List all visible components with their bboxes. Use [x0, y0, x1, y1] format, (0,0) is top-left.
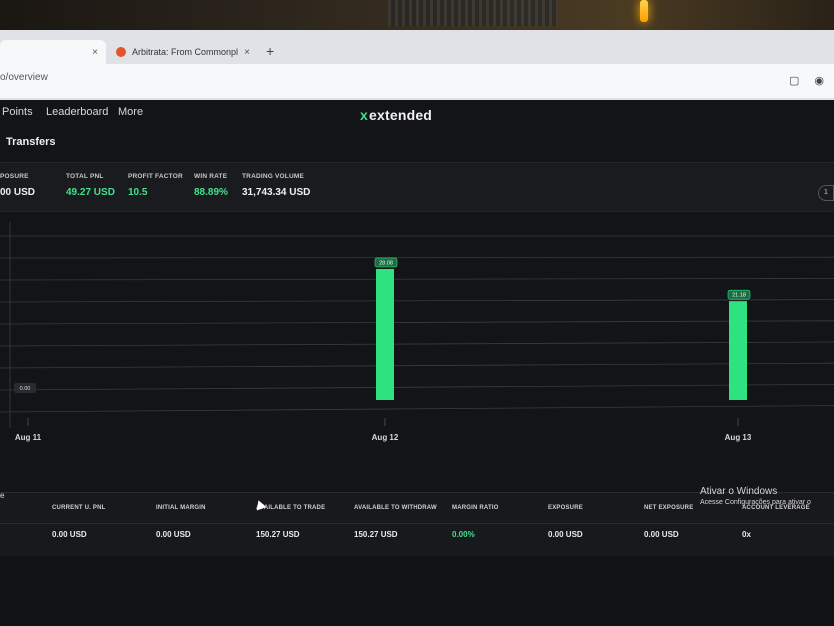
empty-area	[0, 558, 834, 626]
windows-activation-watermark: Ativar o Windows Acesse Configurações pa…	[700, 486, 811, 506]
table-header: CURRENT U. PNL INITIAL MARGIN AVAILABLE TO…	[0, 505, 834, 519]
table-cell: 150.27 USD	[354, 530, 398, 539]
stat-trading-volume: TRADING VOLUME 31,743.34 USD	[242, 173, 310, 198]
period-selector[interactable]: 1	[818, 185, 834, 201]
stat-label: TRADING VOLUME	[242, 173, 305, 180]
table-cell: 0.00 USD	[156, 530, 191, 539]
table-header-cell: CURRENT U. PNL	[52, 505, 106, 511]
table-row: 0.00 USD 0.00 USD 150.27 USD 150.27 USD 0.00…	[0, 523, 834, 545]
stat-label: POSURE	[0, 173, 29, 180]
address-bar[interactable]: o/overview ▢ ◉	[0, 64, 834, 98]
stat-value: 49.27 USD	[66, 187, 115, 198]
table-header-cell: MARGIN RATIO	[452, 505, 499, 511]
tab-title: Arbitrata: From Commonpl	[132, 47, 239, 57]
grid-line	[0, 405, 834, 413]
logo-mark-icon: x	[360, 107, 368, 123]
stat-win-rate: WIN RATE 88.89%	[194, 173, 228, 198]
tab-overview[interactable]: ×	[0, 40, 106, 64]
close-tab-icon[interactable]: ×	[92, 47, 98, 58]
data-label: 0.00	[20, 386, 31, 392]
x-tick-label: Aug 11	[15, 433, 42, 442]
grid-line	[0, 278, 834, 281]
tab-arbitrata[interactable]: Arbitrata: From Commonpl ×	[108, 40, 258, 64]
grid-line	[0, 256, 834, 259]
tab-bar: × Arbitrata: From Commonpl × +	[0, 38, 834, 64]
top-nav: Points Leaderboard More xextended	[0, 100, 834, 128]
address-text[interactable]: o/overview	[0, 72, 48, 83]
grid-line	[0, 362, 834, 369]
nav-item-leaderboard[interactable]: Leaderboard	[46, 106, 108, 118]
table-header-cell: AVAILABLE TO TRADE	[256, 505, 326, 511]
x-tick-label: Aug 13	[725, 433, 752, 442]
close-tab-icon[interactable]: ×	[244, 47, 250, 58]
watermark-subtitle: Acesse Configurações para ativar o	[700, 499, 811, 506]
stat-label: PROFIT FACTOR	[128, 173, 183, 180]
data-label: 28.08	[379, 260, 393, 266]
table-cell: 0.00 USD	[52, 530, 87, 539]
logo-text: extended	[369, 107, 433, 123]
stat-label: TOTAL PNL	[66, 173, 104, 180]
table-header-cell: AVAILABLE TO WITHDRAW	[354, 505, 437, 511]
favicon-icon	[116, 47, 126, 57]
app-root: Points Leaderboard More xextended Transf…	[0, 100, 834, 626]
logo[interactable]: xextended	[360, 107, 432, 123]
table-cell: 0.00 USD	[548, 530, 583, 539]
bar	[729, 301, 747, 400]
nav-item-more[interactable]: More	[118, 106, 143, 118]
grid-line	[0, 341, 834, 347]
background-room	[0, 0, 834, 34]
table-cell: 0x	[742, 530, 751, 539]
stat-value: 88.89%	[194, 187, 228, 198]
window-blind	[388, 0, 558, 26]
table-cell: 0.00 USD	[644, 530, 679, 539]
bar	[376, 268, 394, 400]
new-tab-button[interactable]: +	[266, 43, 274, 59]
x-tick-label: Aug 12	[372, 433, 399, 442]
table-header-cell: INITIAL MARGIN	[156, 505, 206, 511]
browser-chrome: × Arbitrata: From Commonpl × + o/overvie…	[0, 30, 834, 102]
tab-transfers[interactable]: Transfers	[6, 136, 56, 148]
stat-exposure: POSURE 00 USD	[0, 173, 35, 198]
lamp-light	[640, 0, 648, 22]
stat-profit-factor: PROFIT FACTOR 10.5	[128, 173, 183, 198]
stat-total-pnl: TOTAL PNL 49.27 USD	[66, 173, 115, 198]
stat-value: 10.5	[128, 187, 148, 198]
watermark-title: Ativar o Windows	[700, 486, 778, 497]
table-edge-label: e	[0, 491, 5, 500]
table-cell: 0.00%	[452, 530, 475, 539]
nav-item-points[interactable]: Points	[2, 106, 33, 118]
grid-line	[0, 384, 834, 391]
extensions-icon[interactable]: ▢ ◉	[789, 74, 830, 87]
table-header-cell: NET EXPOSURE	[644, 505, 694, 511]
table-header-cell: EXPOSURE	[548, 505, 583, 511]
stat-value: 00 USD	[0, 187, 36, 198]
stat-label: WIN RATE	[194, 173, 228, 180]
grid-line	[0, 299, 834, 303]
data-label: 21.18	[732, 293, 746, 299]
stats-bar: POSURE 00 USD TOTAL PNL 49.27 USD PROFIT…	[0, 162, 834, 212]
table-cell: 150.27 USD	[256, 530, 300, 539]
grid-line	[0, 320, 834, 325]
pnl-chart: Aug 11 0.00 Aug 12 28.08 Aug 13 21.18	[0, 222, 834, 462]
pnl-chart-svg: Aug 11 0.00 Aug 12 28.08 Aug 13 21.18	[0, 222, 834, 442]
stat-value: 31,743.34 USD	[242, 187, 311, 198]
